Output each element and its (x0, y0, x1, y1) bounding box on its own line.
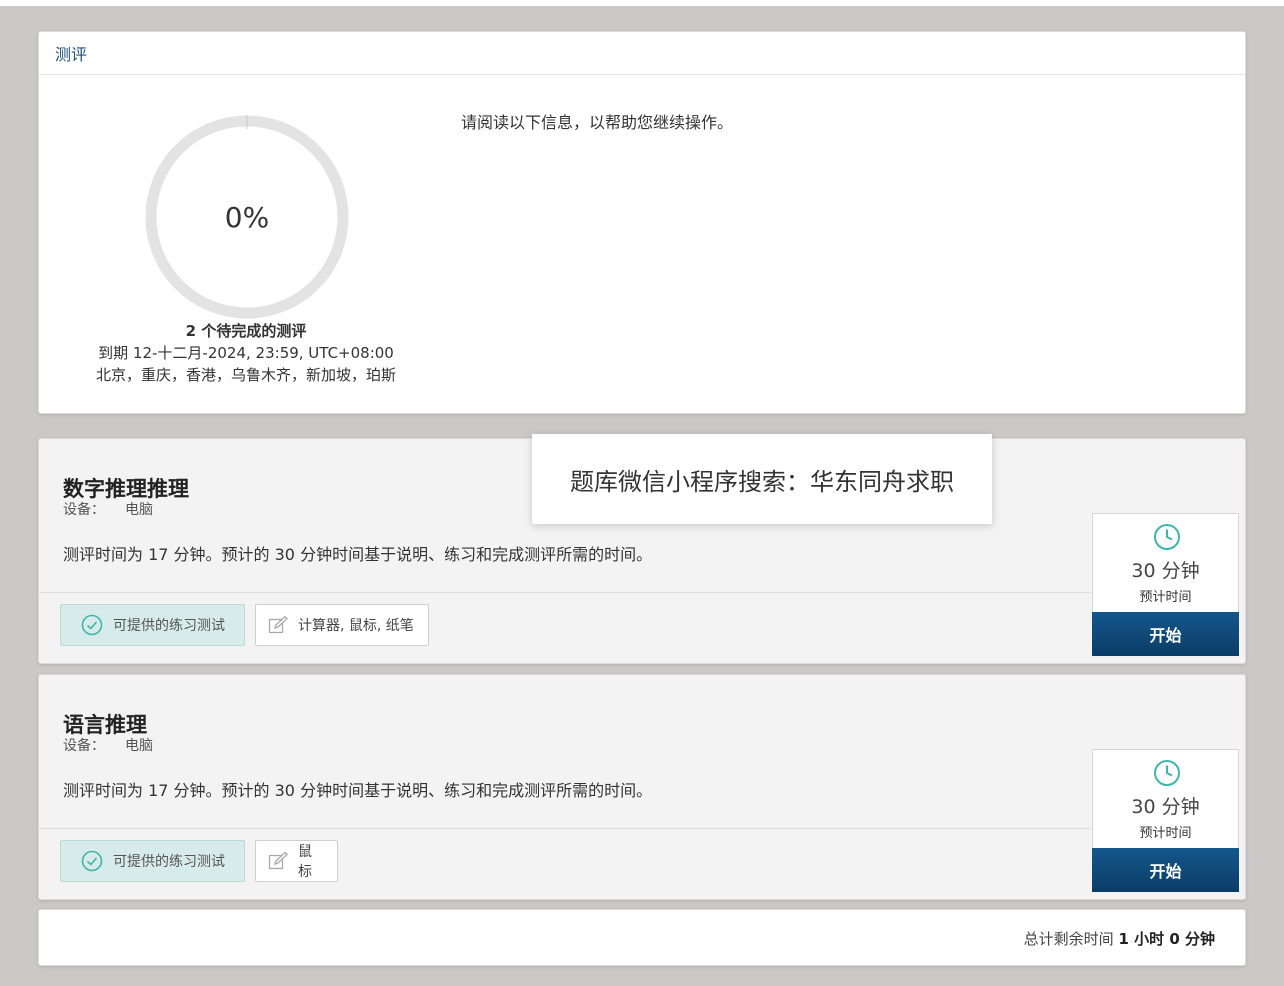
practice-test-label: 可提供的练习测试 (113, 618, 225, 634)
device-value: 电脑 (125, 502, 153, 518)
required-tools-badge: 鼠标 (255, 840, 338, 882)
estimate-label: 预计时间 (1139, 590, 1192, 605)
clock-icon (1153, 759, 1181, 791)
divider (39, 592, 1091, 593)
progress-ring: 0% (142, 112, 352, 322)
time-estimate-box: 30 分钟 预计时间 开始 (1092, 513, 1239, 656)
device-info: 设备： 电脑 (63, 735, 153, 755)
practice-test-badge[interactable]: 可提供的练习测试 (60, 840, 245, 882)
check-circle-icon (81, 850, 103, 872)
estimate-label: 预计时间 (1139, 826, 1192, 841)
pending-assessments: 2 个待完成的测评 (69, 320, 423, 342)
remaining-value: 1 小时 0 分钟 (1118, 930, 1215, 948)
assessment-description: 测评时间为 17 分钟。预计的 30 分钟时间基于说明、练习和完成测评所需的时间… (63, 545, 653, 564)
check-circle-icon (81, 614, 103, 636)
estimated-minutes: 30 分钟 (1131, 796, 1200, 818)
device-value: 电脑 (125, 738, 153, 754)
total-remaining-time: 总计剩余时间 1 小时 0 分钟 (1024, 928, 1215, 949)
edit-icon (268, 851, 288, 871)
practice-test-label: 可提供的练习测试 (113, 854, 225, 870)
practice-test-badge[interactable]: 可提供的练习测试 (60, 604, 245, 646)
time-estimate-box: 30 分钟 预计时间 开始 (1092, 749, 1239, 892)
required-tools-badge: 计算器, 鼠标, 纸笔 (255, 604, 429, 646)
assessment-card: 语言推理 设备： 电脑 测评时间为 17 分钟。预计的 30 分钟时间基于说明、练… (38, 674, 1246, 900)
edit-icon (268, 615, 288, 635)
required-tools-label: 计算器, 鼠标, 纸笔 (298, 618, 414, 634)
watermark-overlay: 题库微信小程序搜索：华东同舟求职 (532, 434, 992, 524)
timezone-cities: 北京，重庆，香港，乌鲁木齐，新加坡，珀斯 (95, 366, 396, 384)
estimated-minutes: 30 分钟 (1131, 560, 1200, 582)
top-strip (0, 0, 1284, 6)
start-button[interactable]: 开始 (1092, 612, 1239, 656)
pending-count: 2 (185, 322, 197, 340)
device-info: 设备： 电脑 (63, 499, 153, 519)
remaining-label: 总计剩余时间 (1023, 930, 1114, 948)
device-label: 设备： (63, 502, 105, 518)
assessment-overview-panel: 测评 0% 2 个待完成的测评 到期 12-十二月-2024, 23:59, U… (38, 31, 1246, 414)
assessment-description: 测评时间为 17 分钟。预计的 30 分钟时间基于说明、练习和完成测评所需的时间… (63, 781, 653, 800)
pending-label: 个待完成的测评 (201, 322, 307, 340)
instruction-text: 请阅读以下信息，以帮助您继续操作。 (461, 113, 734, 132)
due-date: 到期 12-十二月-2024, 23:59, UTC+08:00 (98, 344, 394, 362)
required-tools-label: 鼠标 (298, 844, 312, 880)
panel-header: 测评 (39, 32, 1245, 75)
device-label: 设备： (63, 738, 105, 754)
clock-icon (1153, 523, 1181, 555)
start-button[interactable]: 开始 (1092, 848, 1239, 892)
progress-info: 2 个待完成的测评 到期 12-十二月-2024, 23:59, UTC+08:… (69, 320, 423, 386)
total-time-footer: 总计剩余时间 1 小时 0 分钟 (38, 909, 1246, 966)
progress-percent: 0% (224, 200, 270, 234)
divider (39, 828, 1091, 829)
